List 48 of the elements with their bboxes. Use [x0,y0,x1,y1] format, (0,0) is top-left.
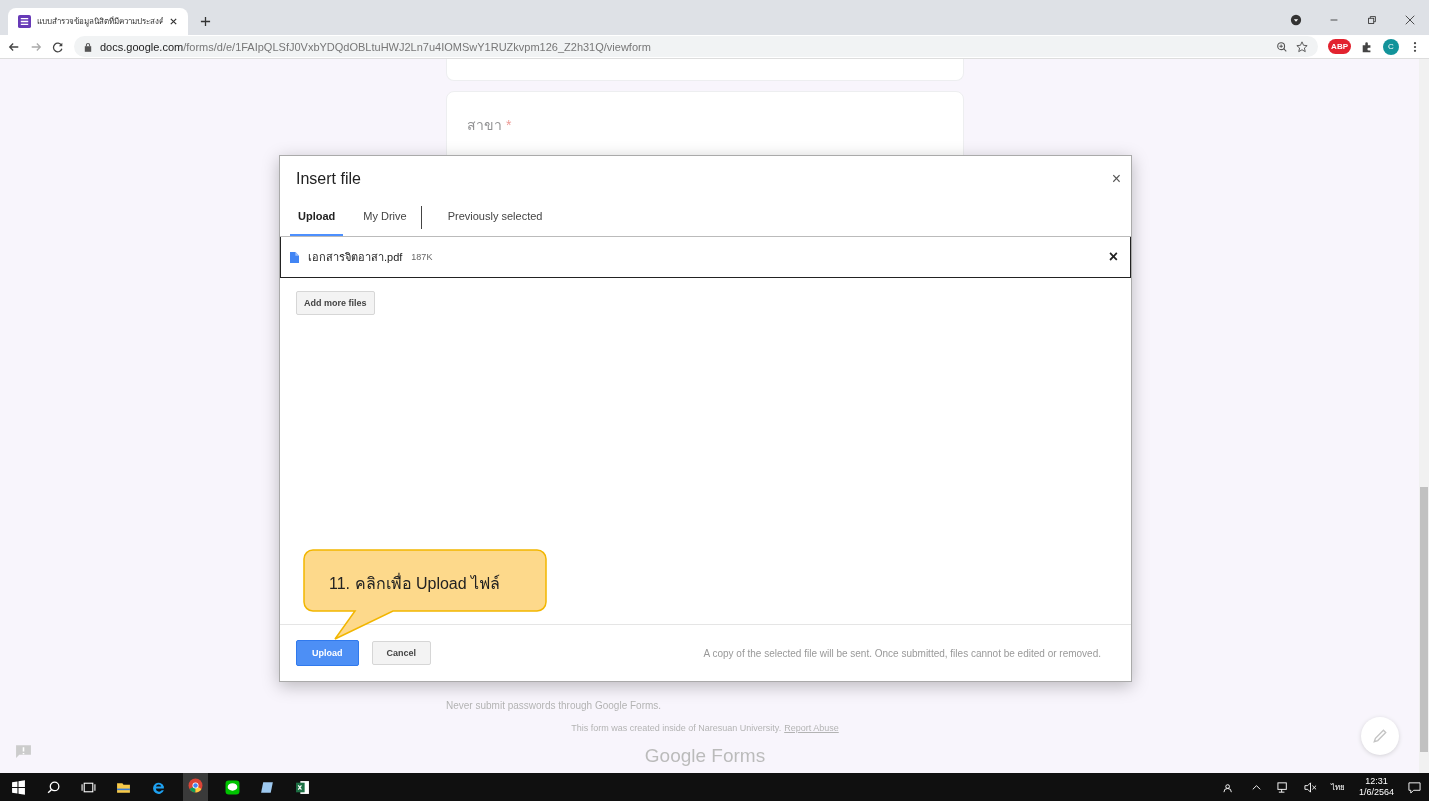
zoom-icon[interactable] [1276,40,1289,53]
language-indicator[interactable]: ไทย [1330,780,1345,794]
clock[interactable]: 12:31 1/6/2564 [1358,776,1394,798]
puzzle-icon[interactable] [1361,40,1373,53]
restore-icon[interactable] [1366,14,1378,26]
close-button[interactable]: × [1111,170,1121,188]
cancel-button[interactable]: Cancel [371,641,431,665]
adblock-extension-button[interactable]: ABP [1328,39,1351,54]
address-field[interactable]: docs.google.com/forms/d/e/1FAIpQLSfJ0VxbYDQdOBLtuHWJ2Ln7u4IOMSwY1RUZkvpm126_Z2h31Q/viewform [74,36,1319,57]
question-label: สาขา * [467,117,512,133]
back-arrow-icon[interactable] [8,40,20,53]
tab-title: แบบสำรวจข้อมูลนิสิตที่มีความประสงค์ [37,15,163,28]
chrome-icon[interactable] [188,777,203,793]
profile-menu-icon[interactable] [1290,14,1302,26]
dialog-title: Insert file [296,170,361,188]
scrollbar[interactable] [1419,59,1429,773]
browser-tab[interactable]: แบบสำรวจข้อมูลนิสิตที่มีความประสงค์ [8,8,188,35]
document-icon [290,251,299,263]
star-icon[interactable] [1296,40,1309,53]
close-icon[interactable] [169,17,178,26]
url-text: docs.google.com/forms/d/e/1FAIpQLSfJ0VxbYDQdOBLtuHWJ2Ln7u4IOMSwY1RUZkvpm126_Z2h31Q/viewform [100,40,651,53]
remove-file-button[interactable]: × [1108,248,1118,266]
footer-text: This form was created inside of Naresuan University. [571,723,782,733]
add-more-files-button[interactable]: Add more files [296,291,375,315]
network-icon[interactable] [1276,780,1290,794]
footer-note: Never submit passwords through Google Forms. [446,700,663,711]
upload-note: A copy of the selected file will be sent. Once submitted, files cannot be edited or removed. [703,647,1101,659]
notebook-icon[interactable] [260,779,275,795]
profile-avatar[interactable]: C [1383,38,1399,55]
dialog-tab[interactable]: My Drive [355,198,415,236]
dialog-tab[interactable]: Upload [290,198,344,236]
reload-icon[interactable] [52,40,64,53]
notification-icon[interactable] [1408,780,1421,794]
form-list-icon [18,15,31,28]
spreadsheet-icon[interactable] [295,779,310,795]
file-name: เอกสารจิตอาสา.pdf [308,250,403,265]
callout-text: 11. คลิกเพื่อ Upload ไฟล์ [329,572,501,594]
file-size: 187K [411,252,433,262]
dialog-tab[interactable]: Previously selected [439,198,551,236]
google-forms-logo: Google Forms [643,745,767,767]
speaker-muted-icon[interactable] [1303,780,1317,794]
new-tab-icon[interactable] [200,16,211,27]
chat-app-icon[interactable] [225,779,240,795]
search-icon[interactable] [46,779,61,795]
windows-start-icon[interactable] [11,779,26,795]
lock-icon [84,41,92,52]
pencil-icon [1372,728,1388,744]
close-icon[interactable] [1404,14,1416,26]
